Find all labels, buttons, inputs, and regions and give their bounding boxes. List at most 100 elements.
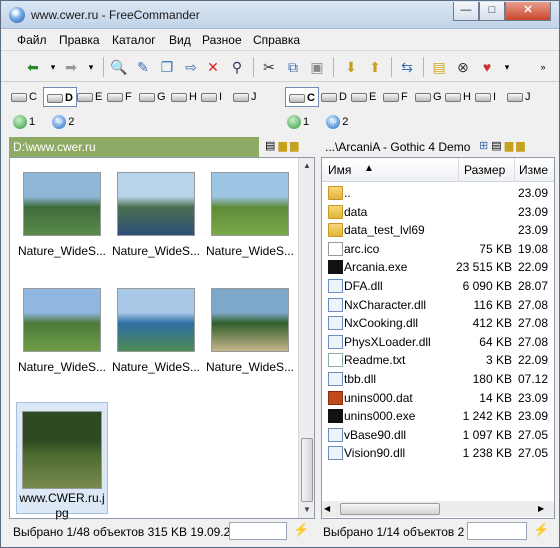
thumbnail-item[interactable]: Nature_WideS... (110, 164, 202, 258)
file-row[interactable]: DFA.dll 6 090 KB 28.07 (322, 277, 552, 295)
file-row[interactable]: .. 23.09 (322, 184, 552, 202)
root-folder-icon[interactable]: ▆ (290, 140, 298, 152)
history-icon[interactable]: ▤ (491, 140, 501, 152)
folder-up-icon[interactable]: ▆ (505, 140, 513, 152)
folder-up-icon[interactable]: ▆ (278, 140, 286, 152)
favorites-dropdown-icon[interactable]: ▾ (497, 57, 517, 77)
right-horizontal-scrollbar[interactable]: ◀ ▶ (322, 501, 554, 517)
right-filter-input[interactable] (467, 522, 527, 540)
view-icon[interactable]: 🔍 (109, 57, 129, 77)
forward-icon[interactable]: ➡ (61, 57, 81, 77)
file-row[interactable]: PhysXLoader.dll 64 KB 27.08 (322, 333, 552, 351)
thumbnail-image (22, 411, 102, 489)
right-file-panel[interactable]: Имя ▲ Размер Изме .. 23.09 data 23.09 data_t… (321, 157, 555, 519)
thumbnail-item[interactable]: Nature_WideS... (16, 280, 108, 374)
file-row[interactable]: unins000.exe 1 242 KB 23.09 (322, 407, 552, 425)
file-row[interactable]: Arcania.exe 23 515 KB 22.09 (322, 258, 552, 276)
drive-button[interactable]: C (285, 87, 319, 107)
left-filter-input[interactable] (229, 522, 287, 540)
back-dropdown-icon[interactable]: ▾ (43, 57, 63, 77)
scrollbar-thumb[interactable] (340, 503, 440, 515)
file-row[interactable]: Readme.txt 3 KB 22.09 (322, 351, 552, 369)
left-file-panel[interactable]: Nature_WideS... Nature_WideS... Nature_Wid… (9, 157, 315, 520)
left-vertical-scrollbar[interactable]: ▲ ▼ (298, 158, 314, 518)
drive-button[interactable]: J (233, 87, 257, 107)
drive-button[interactable]: G (139, 87, 166, 107)
right-path-bar[interactable]: ...\ArcaniA - Gothic 4 Demo (321, 137, 471, 157)
menu-help[interactable]: Справка (253, 33, 300, 47)
copy-icon[interactable]: ❐ (157, 57, 177, 77)
menu-file[interactable]: Файл (17, 33, 47, 47)
close-button[interactable]: ✕ (505, 2, 551, 21)
file-row[interactable]: NxCooking.dll 412 KB 27.08 (322, 314, 552, 332)
menu-folder[interactable]: Каталог (112, 33, 156, 47)
scroll-up-icon[interactable]: ▲ (299, 158, 315, 174)
compare-icon[interactable]: ⇆ (397, 57, 417, 77)
pack-icon[interactable]: ⬇ (341, 57, 361, 77)
drive-button[interactable]: E (77, 87, 102, 107)
file-row[interactable]: unins000.dat 14 KB 23.09 (322, 389, 552, 407)
filter-icon[interactable]: ⚡ (293, 522, 309, 538)
delete-icon[interactable]: ✕ (203, 57, 223, 77)
new-folder-icon[interactable]: ▤ (429, 57, 449, 77)
thumbnail-item[interactable]: Nature_WideS... (204, 280, 296, 374)
menu-view[interactable]: Вид (169, 33, 191, 47)
file-row[interactable]: NxCharacter.dll 116 KB 27.08 (322, 296, 552, 314)
toolbar-overflow-icon[interactable]: » (533, 57, 553, 77)
drive-button[interactable]: H (445, 87, 471, 107)
paste-icon[interactable]: ▣ (307, 57, 327, 77)
back-icon[interactable]: ⬅ (23, 57, 43, 77)
scroll-down-icon[interactable]: ▼ (299, 502, 315, 518)
drive-button[interactable]: F (107, 87, 132, 107)
drive-button[interactable]: G (415, 87, 442, 107)
thumbnail-item[interactable]: Nature_WideS... (110, 280, 202, 374)
column-size-header[interactable]: Размер (464, 163, 505, 177)
history-icon[interactable]: ▤ (265, 140, 275, 152)
drive-button[interactable]: F (383, 87, 408, 107)
file-row[interactable]: arc.ico 75 KB 19.08 (322, 240, 552, 258)
find-icon[interactable]: ⚲ (227, 57, 247, 77)
column-name-header[interactable]: Имя (328, 163, 351, 177)
binoculars-icon[interactable]: ⊗ (453, 57, 473, 77)
drive-button[interactable]: H (171, 87, 197, 107)
minimize-button[interactable]: — (453, 2, 479, 21)
file-row[interactable]: vBase90.dll 1 097 KB 27.05 (322, 426, 552, 444)
forward-dropdown-icon[interactable]: ▾ (81, 57, 101, 77)
ftp-icon: ftp (52, 115, 67, 129)
file-row[interactable]: data 23.09 (322, 203, 552, 221)
maximize-button[interactable]: □ (479, 2, 505, 21)
edit-icon[interactable]: ✎ (133, 57, 153, 77)
menu-edit[interactable]: Правка (59, 33, 100, 47)
network-drive-button[interactable]: 1 (13, 115, 35, 129)
drive-button[interactable]: D (321, 87, 347, 107)
scroll-right-icon[interactable]: ▶ (538, 501, 544, 517)
unpack-icon[interactable]: ⬆ (365, 57, 385, 77)
file-row[interactable]: tbb.dll 180 KB 07.12 (322, 370, 552, 388)
thumbnail-item[interactable]: Nature_WideS... (16, 164, 108, 258)
root-folder-icon[interactable]: ▆ (516, 140, 524, 152)
menu-misc[interactable]: Разное (202, 33, 242, 47)
drive-button[interactable]: I (475, 87, 496, 107)
file-row[interactable]: Vision90.dll 1 238 KB 27.05 (322, 444, 552, 462)
drive-button[interactable]: C (11, 87, 37, 107)
left-path-bar[interactable]: D:\www.cwer.ru (9, 137, 259, 157)
scroll-left-icon[interactable]: ◀ (324, 501, 330, 517)
scrollbar-thumb[interactable] (301, 438, 313, 502)
file-row[interactable]: data_test_lvl69 23.09 (322, 221, 552, 239)
drive-button[interactable]: D (43, 87, 77, 107)
cut-icon[interactable]: ✂ (259, 57, 279, 77)
copy-clip-icon[interactable]: ⧉ (283, 57, 303, 77)
network-drive-button[interactable]: 1 (287, 115, 309, 129)
filter-icon[interactable]: ⚡ (533, 522, 549, 538)
ftp-drive-button[interactable]: ftp 2 (326, 115, 348, 129)
column-date-header[interactable]: Изме (519, 163, 548, 177)
thumbnail-item[interactable]: www.CWER.ru.jpg (16, 402, 108, 520)
favorites-icon[interactable]: ♥ (477, 57, 497, 77)
thumbnail-item[interactable]: Nature_WideS... (204, 164, 296, 258)
drive-button[interactable]: J (507, 87, 531, 107)
tree-icon[interactable]: ⊞ (479, 140, 488, 152)
drive-button[interactable]: I (201, 87, 222, 107)
drive-button[interactable]: E (351, 87, 376, 107)
move-icon[interactable]: ⇨ (181, 57, 201, 77)
ftp-drive-button[interactable]: ftp 2 (52, 115, 74, 129)
